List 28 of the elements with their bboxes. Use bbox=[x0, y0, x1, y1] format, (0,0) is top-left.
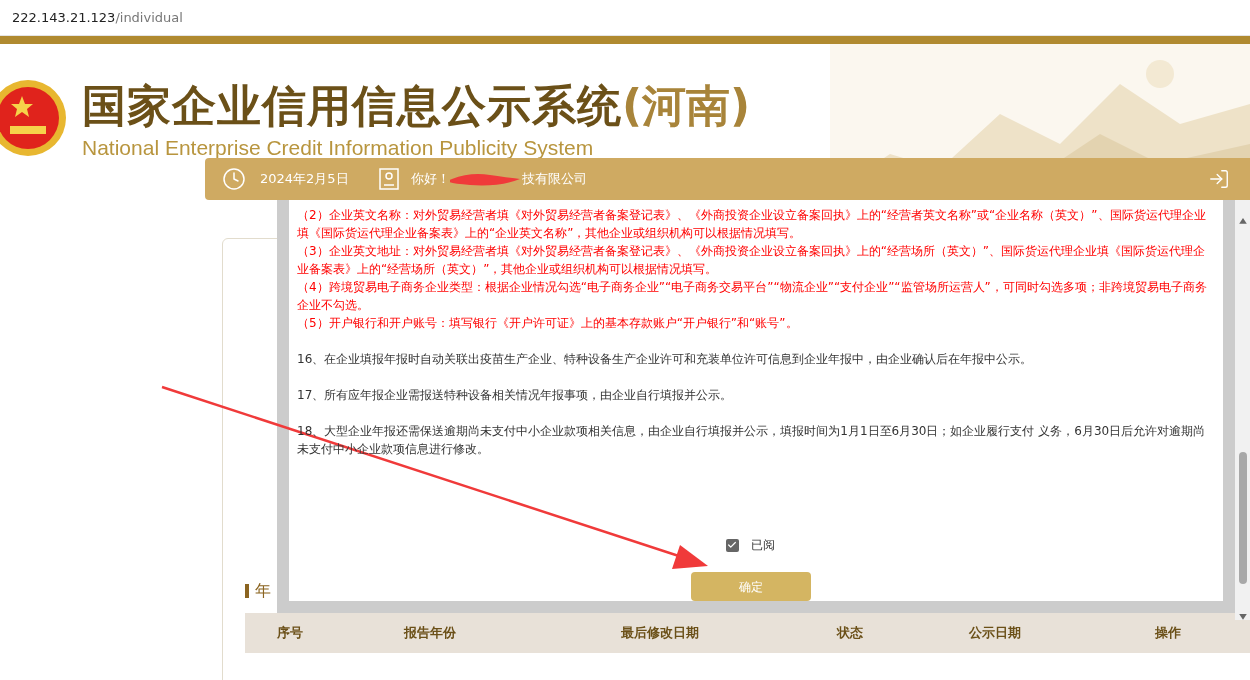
notice-paragraph: （5）开户银行和开户账号：填写银行《开户许可证》上的基本存款账户“开户银行”和“账号”。 bbox=[297, 315, 799, 332]
scroll-down-icon[interactable] bbox=[1238, 614, 1247, 620]
user-card-icon bbox=[378, 168, 399, 190]
site-subtitle: National Enterprise Credit Information Publicity System bbox=[82, 135, 595, 161]
notice-paragraph: 16、在企业填报年报时自动关联出疫苗生产企业、特种设备生产企业许可和充装单位许可信息到企业年报中，由企业确认后在年报中公示。 bbox=[297, 351, 1034, 368]
scrollbar[interactable] bbox=[1235, 200, 1250, 620]
site-region: (河南) bbox=[622, 79, 751, 133]
column-header: 序号 bbox=[276, 624, 304, 643]
column-header: 操作 bbox=[1153, 624, 1182, 643]
notice-paragraph: （2）企业英文名称：对外贸易经营者填《对外贸易经营者备案登记表》、《外商投资企业设立备案回执》上的“经营者英文名称”或“企业名称（英文）”、国际货运代理企业填《国际货运代理企业备案表》上的“企业英文名称”，其他企业或组织机构可以根据情况填写。 bbox=[297, 207, 1207, 242]
section-title: 年 bbox=[255, 580, 271, 602]
company-text: 技有限公司 bbox=[521, 170, 587, 189]
column-header: 最后修改日期 bbox=[620, 624, 700, 643]
site-title: 国家企业信用信息公示系统 bbox=[82, 79, 622, 133]
column-header: 状态 bbox=[835, 624, 864, 643]
notice-paragraph: （4）跨境贸易电子商务企业类型：根据企业情况勾选“电子商务企业”“电子商务交易平台”“物流企业”“支付企业”“监管场所运营人”，可同时勾选多项；非跨境贸易电子商务企业不勾选。 bbox=[297, 279, 1208, 314]
notice-paragraph: （3）企业英文地址：对外贸易经营者填《对外贸易经营者备案登记表》、《外商投资企业设立备案回执》上的“经营场所（英文）”、国际货运代理企业填《国际货运代理企业备案表》上的“经营场所（英文）”，其他企业或组织机构可以根据情况填写。 bbox=[297, 243, 1207, 278]
column-header: 报告年份 bbox=[402, 624, 457, 643]
clock-icon bbox=[222, 167, 246, 191]
read-checkbox[interactable]: 已阅 bbox=[725, 536, 775, 554]
date-text: 2024年2月5日 bbox=[260, 170, 349, 189]
checkbox-icon[interactable] bbox=[725, 538, 739, 552]
scroll-up-icon[interactable] bbox=[1238, 218, 1247, 224]
column-header: 公示日期 bbox=[968, 624, 1022, 643]
notice-paragraph: 17、所有应年报企业需报送特种设备相关情况年报事项，由企业自行填报并公示。 bbox=[297, 387, 734, 404]
scrollbar-thumb[interactable] bbox=[1238, 451, 1247, 585]
greeting-text: 你好！ bbox=[410, 170, 450, 189]
url-text: 222.143.21.123/individual bbox=[12, 8, 183, 27]
